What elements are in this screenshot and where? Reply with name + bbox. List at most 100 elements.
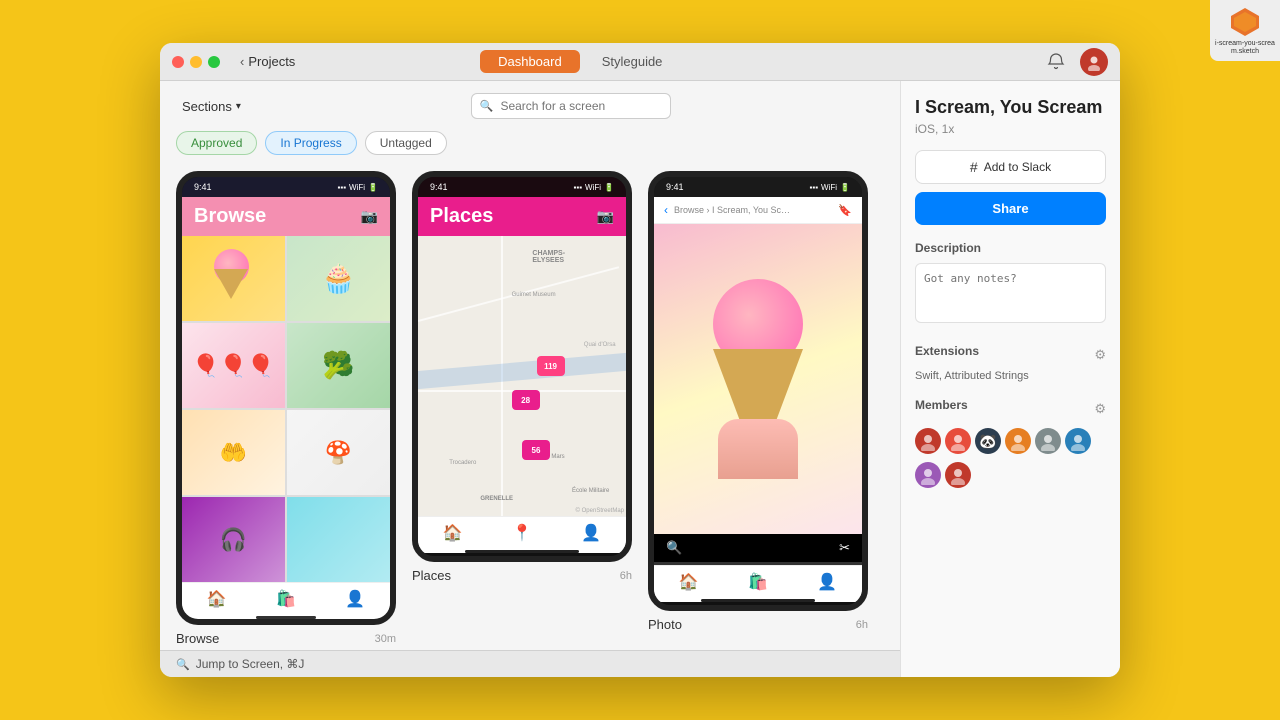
photo-tabbar-bag[interactable]: 🛍️ <box>748 572 768 592</box>
screen-label-places: Places 6h <box>412 562 632 587</box>
filter-in-progress[interactable]: In Progress <box>265 131 356 155</box>
member-avatar-5[interactable] <box>1035 428 1061 454</box>
screen-name-photo: Photo <box>648 617 682 632</box>
screen-frame-browse: 9:41 ▪▪▪ WiFi 🔋 Browse 📷 <box>176 171 396 625</box>
places-screen-content: Places 📷 CHAMPS-ELYSEES <box>418 197 626 553</box>
photo-tabbar-home[interactable]: 🏠 <box>679 572 699 592</box>
tabbar-bag-icon[interactable]: 🛍️ <box>276 589 296 609</box>
screen-time-browse: 30m <box>375 633 396 645</box>
close-button[interactable] <box>172 56 184 68</box>
pin-label-2: 119 <box>544 362 557 371</box>
filter-chips: Approved In Progress Untagged <box>160 127 900 163</box>
photo-screen-content: ‹ Browse › I Scream, You Sc… 🔖 <box>654 197 862 602</box>
search-box: 🔍 <box>471 93 671 119</box>
description-label: Description <box>915 241 1106 255</box>
projects-back-link[interactable]: Projects <box>248 54 295 69</box>
left-panel: Sections ▾ 🔍 Approved In Progress Untagg… <box>160 81 900 677</box>
notifications-icon[interactable] <box>1042 48 1070 76</box>
browse-header: Browse 📷 <box>182 197 390 236</box>
right-panel: I Scream, You Scream iOS, 1x # Add to Sl… <box>900 81 1120 677</box>
photo-breadcrumb: Browse › I Scream, You Sc… <box>674 205 790 215</box>
grid-cell-5: 🤲 <box>182 410 285 495</box>
screen-card-photo[interactable]: 9:41 ▪▪▪ WiFi 🔋 ‹ Browse › I Scream, You… <box>648 171 868 636</box>
member-avatar-1[interactable] <box>915 428 941 454</box>
grid-cell-4: 🥦 <box>287 323 390 408</box>
tab-dashboard[interactable]: Dashboard <box>480 50 580 73</box>
main-content: Sections ▾ 🔍 Approved In Progress Untagg… <box>160 81 1120 677</box>
browse-title: Browse <box>194 205 266 228</box>
members-filter-icon[interactable]: ⚙ <box>1094 401 1106 417</box>
sections-dropdown[interactable]: Sections ▾ <box>176 95 247 118</box>
jump-to-screen-label[interactable]: Jump to Screen, ⌘J <box>196 657 305 671</box>
app-window: ‹ Projects Dashboard Styleguide <box>160 43 1120 677</box>
user-avatar[interactable] <box>1080 48 1108 76</box>
places-title: Places <box>430 205 493 228</box>
grid-cell-6: 🍄 <box>287 410 390 495</box>
places-tabbar-person[interactable]: 👤 <box>581 523 601 543</box>
member-avatar-2[interactable] <box>945 428 971 454</box>
zoom-out-icon[interactable]: 🔍 <box>666 540 682 556</box>
tabbar-home-icon[interactable]: 🏠 <box>207 589 227 609</box>
browse-tabbar: 🏠 🛍️ 👤 <box>182 582 390 613</box>
screen-time-places: 6h <box>620 570 632 582</box>
notes-textarea[interactable] <box>915 263 1106 323</box>
add-to-slack-button[interactable]: # Add to Slack <box>915 150 1106 184</box>
extensions-value: Swift, Attributed Strings <box>915 370 1106 382</box>
members-label: Members <box>915 398 968 412</box>
screen-frame-photo: 9:41 ▪▪▪ WiFi 🔋 ‹ Browse › I Scream, You… <box>648 171 868 611</box>
member-avatar-3[interactable]: 🐼 <box>975 428 1001 454</box>
screen-card-places[interactable]: 9:41 ▪▪▪ WiFi 🔋 Places 📷 <box>412 171 632 587</box>
screen-label-photo: Photo 6h <box>648 611 868 636</box>
places-tabbar-places[interactable]: 📍 <box>512 523 532 543</box>
traffic-lights <box>172 56 220 68</box>
screens-area: 9:41 ▪▪▪ WiFi 🔋 Browse 📷 <box>160 163 900 650</box>
map-pin-3[interactable]: 56 <box>522 440 550 460</box>
photo-controls: 🔍 ✂ <box>654 534 862 562</box>
maximize-button[interactable] <box>208 56 220 68</box>
map-pin-1[interactable]: 28 <box>512 390 540 410</box>
search-icon: 🔍 <box>479 100 493 113</box>
photo-nav: ‹ Browse › I Scream, You Sc… 🔖 <box>654 197 862 224</box>
grid-cell-1 <box>182 236 285 321</box>
tab-styleguide[interactable]: Styleguide <box>584 50 681 73</box>
search-input[interactable] <box>471 93 671 119</box>
search-icon-footer: 🔍 <box>176 658 190 671</box>
pin-label-1: 28 <box>521 396 530 405</box>
share-button[interactable]: Share <box>915 192 1106 225</box>
breadcrumb-nav[interactable]: ‹ Projects <box>240 54 295 69</box>
member-avatar-6[interactable] <box>1065 428 1091 454</box>
grid-cell-7: 🎧 <box>182 497 285 582</box>
photo-tabbar-person[interactable]: 👤 <box>817 572 837 592</box>
member-avatars: 🐼 <box>915 428 1106 488</box>
bookmark-icon[interactable]: 🔖 <box>838 204 852 217</box>
member-avatar-7[interactable] <box>915 462 941 488</box>
footer: 🔍 Jump to Screen, ⌘J <box>160 650 900 677</box>
screen-card-browse[interactable]: 9:41 ▪▪▪ WiFi 🔋 Browse 📷 <box>176 171 396 650</box>
slack-icon: # <box>970 159 978 175</box>
camera-icon: 📷 <box>361 208 378 225</box>
image-grid: 🧁 🎈🎈🎈 🥦 🤲 <box>182 236 390 582</box>
extensions-filter-icon[interactable]: ⚙ <box>1094 347 1106 363</box>
screen-subtitle: iOS, 1x <box>915 122 1106 136</box>
hand-area <box>718 419 798 479</box>
extensions-row: Extensions ⚙ <box>915 344 1106 366</box>
home-indicator <box>256 616 316 619</box>
member-avatar-8[interactable] <box>945 462 971 488</box>
photo-back-btn[interactable]: ‹ <box>664 203 668 217</box>
filter-untagged[interactable]: Untagged <box>365 131 447 155</box>
member-avatar-4[interactable] <box>1005 428 1031 454</box>
grid-cell-3: 🎈🎈🎈 <box>182 323 285 408</box>
screen-frame-places: 9:41 ▪▪▪ WiFi 🔋 Places 📷 <box>412 171 632 562</box>
filter-approved[interactable]: Approved <box>176 131 257 155</box>
sketch-file-label: i-scream-you-scream.sketch <box>1214 40 1276 57</box>
minimize-button[interactable] <box>190 56 202 68</box>
tabbar-person-icon[interactable]: 👤 <box>345 589 365 609</box>
photo-tabbar: 🏠 🛍️ 👤 <box>654 565 862 596</box>
browse-screen-content: Browse 📷 <box>182 197 390 619</box>
crop-icon[interactable]: ✂ <box>839 540 850 556</box>
grid-cell-8 <box>287 497 390 582</box>
pin-label-3: 56 <box>532 446 541 455</box>
map-pin-2[interactable]: 119 <box>537 356 565 376</box>
places-tabbar-home[interactable]: 🏠 <box>443 523 463 543</box>
ice-cream-image <box>698 279 818 479</box>
